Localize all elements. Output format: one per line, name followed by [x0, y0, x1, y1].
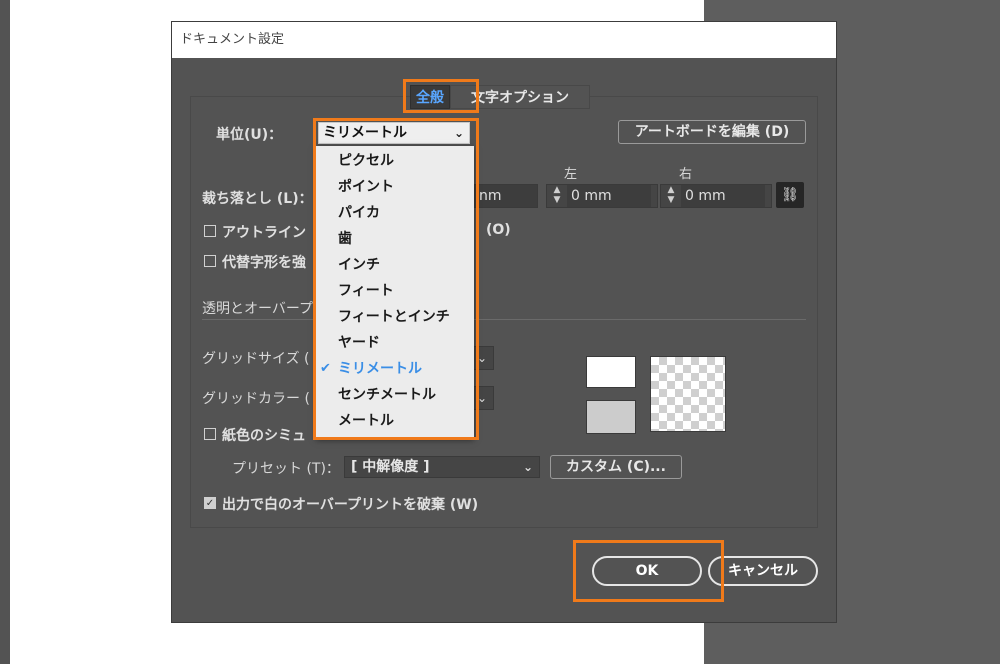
- units-option-centimeters[interactable]: センチメートル: [316, 382, 474, 408]
- transparency-grid-preview: [650, 356, 726, 432]
- discard-overprint-label: 出力で白のオーバープリントを破棄 (W): [222, 497, 479, 513]
- bleed-right-label: 右: [679, 167, 693, 182]
- document-setup-dialog: ドキュメント設定 全般 文字オプション 単位(U)： ミリメートル ⌄ アートボ…: [172, 22, 836, 622]
- units-dropdown-menu: ピクセル ポイント パイカ 歯 インチ フィート フィートとインチ ヤード ✔ …: [316, 146, 474, 438]
- grid-size-label: グリッドサイズ (: [202, 351, 310, 367]
- chevron-down-icon: ⌄: [453, 126, 464, 140]
- units-option-inches[interactable]: インチ: [316, 252, 474, 278]
- preset-select[interactable]: [ 中解像度 ] ⌄: [344, 456, 540, 478]
- units-option-pixels[interactable]: ピクセル: [316, 148, 474, 174]
- edit-artboard-button[interactable]: アートボードを編集 (D): [618, 120, 806, 144]
- units-option-millimeters[interactable]: ✔ ミリメートル: [316, 356, 474, 382]
- bleed-label: 裁ち落とし (L)：: [202, 191, 313, 207]
- bleed-right-value[interactable]: 0 mm: [681, 185, 765, 207]
- outline-checkbox[interactable]: [204, 225, 216, 237]
- section-divider: [202, 319, 806, 320]
- units-select[interactable]: ミリメートル ⌄: [318, 122, 470, 144]
- units-label: 単位(U)：: [216, 127, 283, 143]
- tab-general[interactable]: 全般: [410, 85, 450, 109]
- cancel-button[interactable]: キャンセル: [708, 556, 818, 586]
- units-option-ha[interactable]: 歯: [316, 226, 474, 252]
- ok-button[interactable]: OK: [592, 556, 702, 586]
- substitute-glyph-label: 代替字形を強: [222, 255, 306, 271]
- chevron-down-icon: ⌄: [522, 460, 533, 474]
- canvas-background-left: [0, 0, 10, 664]
- grid-color-swatch-light[interactable]: [586, 356, 636, 388]
- dialog-title: ドキュメント設定: [172, 22, 836, 58]
- preset-select-value: [ 中解像度 ]: [351, 459, 430, 475]
- units-option-feet-inches[interactable]: フィートとインチ: [316, 304, 474, 330]
- bleed-left-label: 左: [564, 167, 578, 182]
- paper-simulation-checkbox[interactable]: [204, 428, 216, 440]
- checkmark-icon: ✔: [320, 361, 331, 376]
- substitute-glyph-checkbox[interactable]: [204, 255, 216, 267]
- transparency-section-label: 透明とオーバープ: [202, 301, 314, 317]
- outline-checkbox-label: アウトライン: [222, 225, 306, 241]
- units-option-picas[interactable]: パイカ: [316, 200, 474, 226]
- preset-label: プリセット (T)：: [232, 461, 340, 477]
- bleed-right-stepper[interactable]: ▲ ▼ 0 mm: [660, 184, 772, 208]
- outline-checkbox-label-end: (O): [486, 222, 511, 238]
- grid-color-label: グリッドカラー (: [202, 391, 310, 407]
- custom-button[interactable]: カスタム (C)...: [550, 455, 682, 479]
- link-icon[interactable]: ⛓: [776, 182, 804, 208]
- units-option-meters[interactable]: メートル: [316, 408, 474, 434]
- bleed-left-value[interactable]: 0 mm: [567, 185, 651, 207]
- bleed-left-stepper[interactable]: ▲ ▼ 0 mm: [546, 184, 658, 208]
- units-option-yards[interactable]: ヤード: [316, 330, 474, 356]
- paper-simulation-label: 紙色のシミュ: [222, 428, 306, 444]
- bleed-bottom-value: nm: [479, 188, 502, 204]
- discard-overprint-checkbox[interactable]: ✓: [204, 497, 216, 509]
- stepper-arrows-icon[interactable]: ▲ ▼: [551, 185, 563, 207]
- units-option-points[interactable]: ポイント: [316, 174, 474, 200]
- tab-type-options[interactable]: 文字オプション: [450, 85, 590, 109]
- grid-color-swatch-dark[interactable]: [586, 400, 636, 434]
- stepper-arrows-icon[interactable]: ▲ ▼: [665, 185, 677, 207]
- units-option-feet[interactable]: フィート: [316, 278, 474, 304]
- units-select-value: ミリメートル: [323, 125, 407, 141]
